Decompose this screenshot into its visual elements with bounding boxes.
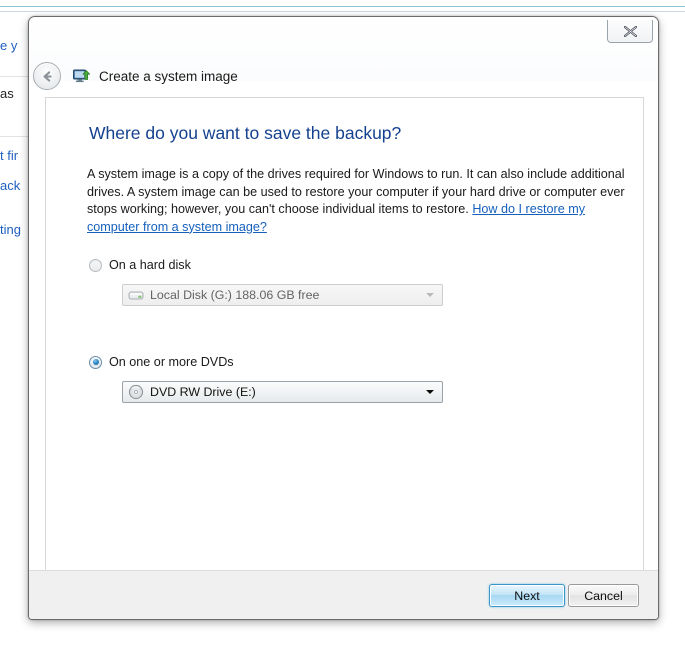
background-top-accent-line [0, 6, 685, 7]
chevron-down-icon[interactable] [426, 390, 434, 394]
footer-button-row: Next Cancel [480, 571, 640, 619]
combo-dvd-value: DVD RW Drive (E:) [150, 385, 256, 399]
background-text-fragment: e y [0, 38, 18, 53]
combo-hard-disk-value: Local Disk (G:) 188.06 GB free [150, 288, 320, 302]
cancel-button[interactable]: Cancel [568, 584, 639, 607]
create-system-image-dialog: Create a system image Where do you want … [28, 16, 659, 620]
dialog-navigation-row: Create a system image [29, 61, 658, 91]
background-text-fragment: t fir [0, 148, 19, 163]
system-image-icon [72, 67, 90, 85]
radio-on-a-hard-disk[interactable]: On a hard disk [89, 256, 191, 274]
radio-indicator-hard-disk[interactable] [89, 258, 102, 272]
combo-dvd-select[interactable]: DVD RW Drive (E:) [122, 381, 443, 403]
dialog-inner-surface: Create a system image Where do you want … [29, 17, 658, 619]
page-heading: Where do you want to save the backup? [89, 123, 402, 143]
option-group-dvd: On one or more DVDs DVD RW Drive (E:) [89, 353, 443, 403]
dialog-footer: Next Cancel [29, 570, 658, 619]
description-paragraph: A system image is a copy of the drives r… [87, 166, 626, 236]
option-group-hard-disk: On a hard disk Local Disk (G:) 188.06 GB… [89, 256, 443, 306]
dialog-content-panel: Where do you want to save the backup? A … [45, 97, 644, 571]
radio-label-hard-disk: On a hard disk [109, 258, 191, 272]
radio-indicator-dvd[interactable] [89, 355, 102, 369]
dvd-disc-icon [128, 384, 144, 400]
chevron-down-icon[interactable] [426, 293, 434, 297]
background-top-divider [0, 11, 685, 12]
close-icon[interactable] [607, 20, 653, 43]
back-arrow-icon[interactable] [33, 62, 61, 90]
combo-hard-disk-select[interactable]: Local Disk (G:) 188.06 GB free [122, 284, 443, 306]
radio-on-one-or-more-dvds[interactable]: On one or more DVDs [89, 353, 234, 371]
radio-label-dvd: On one or more DVDs [109, 355, 234, 369]
background-text-fragment: as [0, 86, 14, 101]
hard-disk-icon [128, 287, 144, 303]
dialog-title: Create a system image [99, 68, 238, 84]
next-button[interactable]: Next [489, 584, 565, 607]
background-text-fragment: ack [0, 178, 21, 193]
background-text-fragment: ting [0, 222, 21, 237]
